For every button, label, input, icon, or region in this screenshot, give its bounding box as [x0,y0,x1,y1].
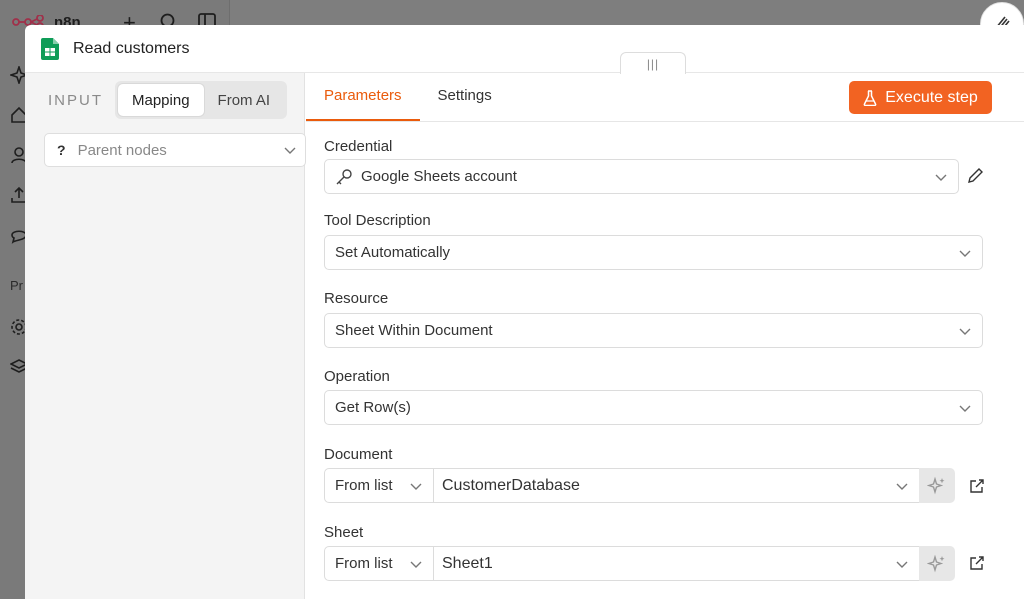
resource-value: Sheet Within Document [335,322,493,339]
sparkle-icon [927,476,945,494]
chevron-down-icon [410,483,422,490]
parent-nodes-placeholder: Parent nodes [77,141,167,159]
flask-icon [863,89,877,106]
credential-label: Credential [324,138,393,155]
external-link-icon[interactable] [969,478,985,494]
input-mode-toggle: Mapping From AI [115,81,288,119]
sheet-mode-value: From list [335,555,393,572]
chevron-down-icon [959,328,971,335]
document-ai-button[interactable] [919,468,955,503]
question-icon: ? [57,142,66,158]
external-link-icon[interactable] [969,555,985,571]
chevron-down-icon [959,250,971,257]
sheet-ai-button[interactable] [919,546,955,581]
panel-drag-handle[interactable]: ||| [620,52,686,74]
parent-nodes-select[interactable]: ? Parent nodes [44,133,306,167]
sidebar-section-label: Pr [10,278,23,293]
execute-step-label: Execute step [885,88,978,106]
sheet-value: Sheet1 [442,554,493,572]
resource-label: Resource [324,290,389,307]
resource-select[interactable]: Sheet Within Document [324,313,983,348]
chevron-down-icon [896,561,908,568]
sheet-mode-select[interactable]: From list [324,546,434,581]
tab-bar: Parameters Settings Execute step [306,73,1024,122]
tool-description-value: Set Automatically [335,244,451,261]
chevron-down-icon [935,174,947,181]
tab-parameters[interactable]: Parameters [306,72,420,121]
parameters-panel: Parameters Settings Execute step Credent… [306,73,1024,599]
sparkle-icon [927,554,945,572]
key-icon [336,169,352,185]
credential-value: Google Sheets account [361,168,517,185]
execute-step-button[interactable]: Execute step [849,81,992,114]
document-mode-select[interactable]: From list [324,468,434,503]
input-panel: INPUT Mapping From AI ? Parent nodes [25,73,306,599]
node-details-modal: Read customers ||| INPUT Mapping From AI… [25,25,1024,599]
operation-label: Operation [324,368,390,385]
operation-select[interactable]: Get Row(s) [324,390,983,425]
from-ai-mode-button[interactable]: From AI [204,84,285,116]
chevron-down-icon [896,483,908,490]
document-value: CustomerDatabase [442,476,580,494]
modal-title: Read customers [73,39,190,57]
edit-credential-icon[interactable] [966,167,984,185]
chevron-down-icon [410,561,422,568]
operation-value: Get Row(s) [335,399,411,416]
tool-description-label: Tool Description [324,212,431,229]
credential-select[interactable]: Google Sheets account [324,159,959,194]
document-mode-value: From list [335,477,393,494]
tool-description-select[interactable]: Set Automatically [324,235,983,270]
document-label: Document [324,446,393,463]
chevron-down-icon [284,147,296,154]
tab-settings[interactable]: Settings [420,72,510,121]
modal-header: Read customers [25,25,1024,73]
chevron-down-icon [959,405,971,412]
sheet-select[interactable]: Sheet1 [433,546,920,581]
input-label: INPUT [48,91,103,109]
mapping-mode-button[interactable]: Mapping [118,84,204,116]
sheet-label: Sheet [324,524,364,541]
document-select[interactable]: CustomerDatabase [433,468,920,503]
google-sheets-icon [41,37,59,60]
